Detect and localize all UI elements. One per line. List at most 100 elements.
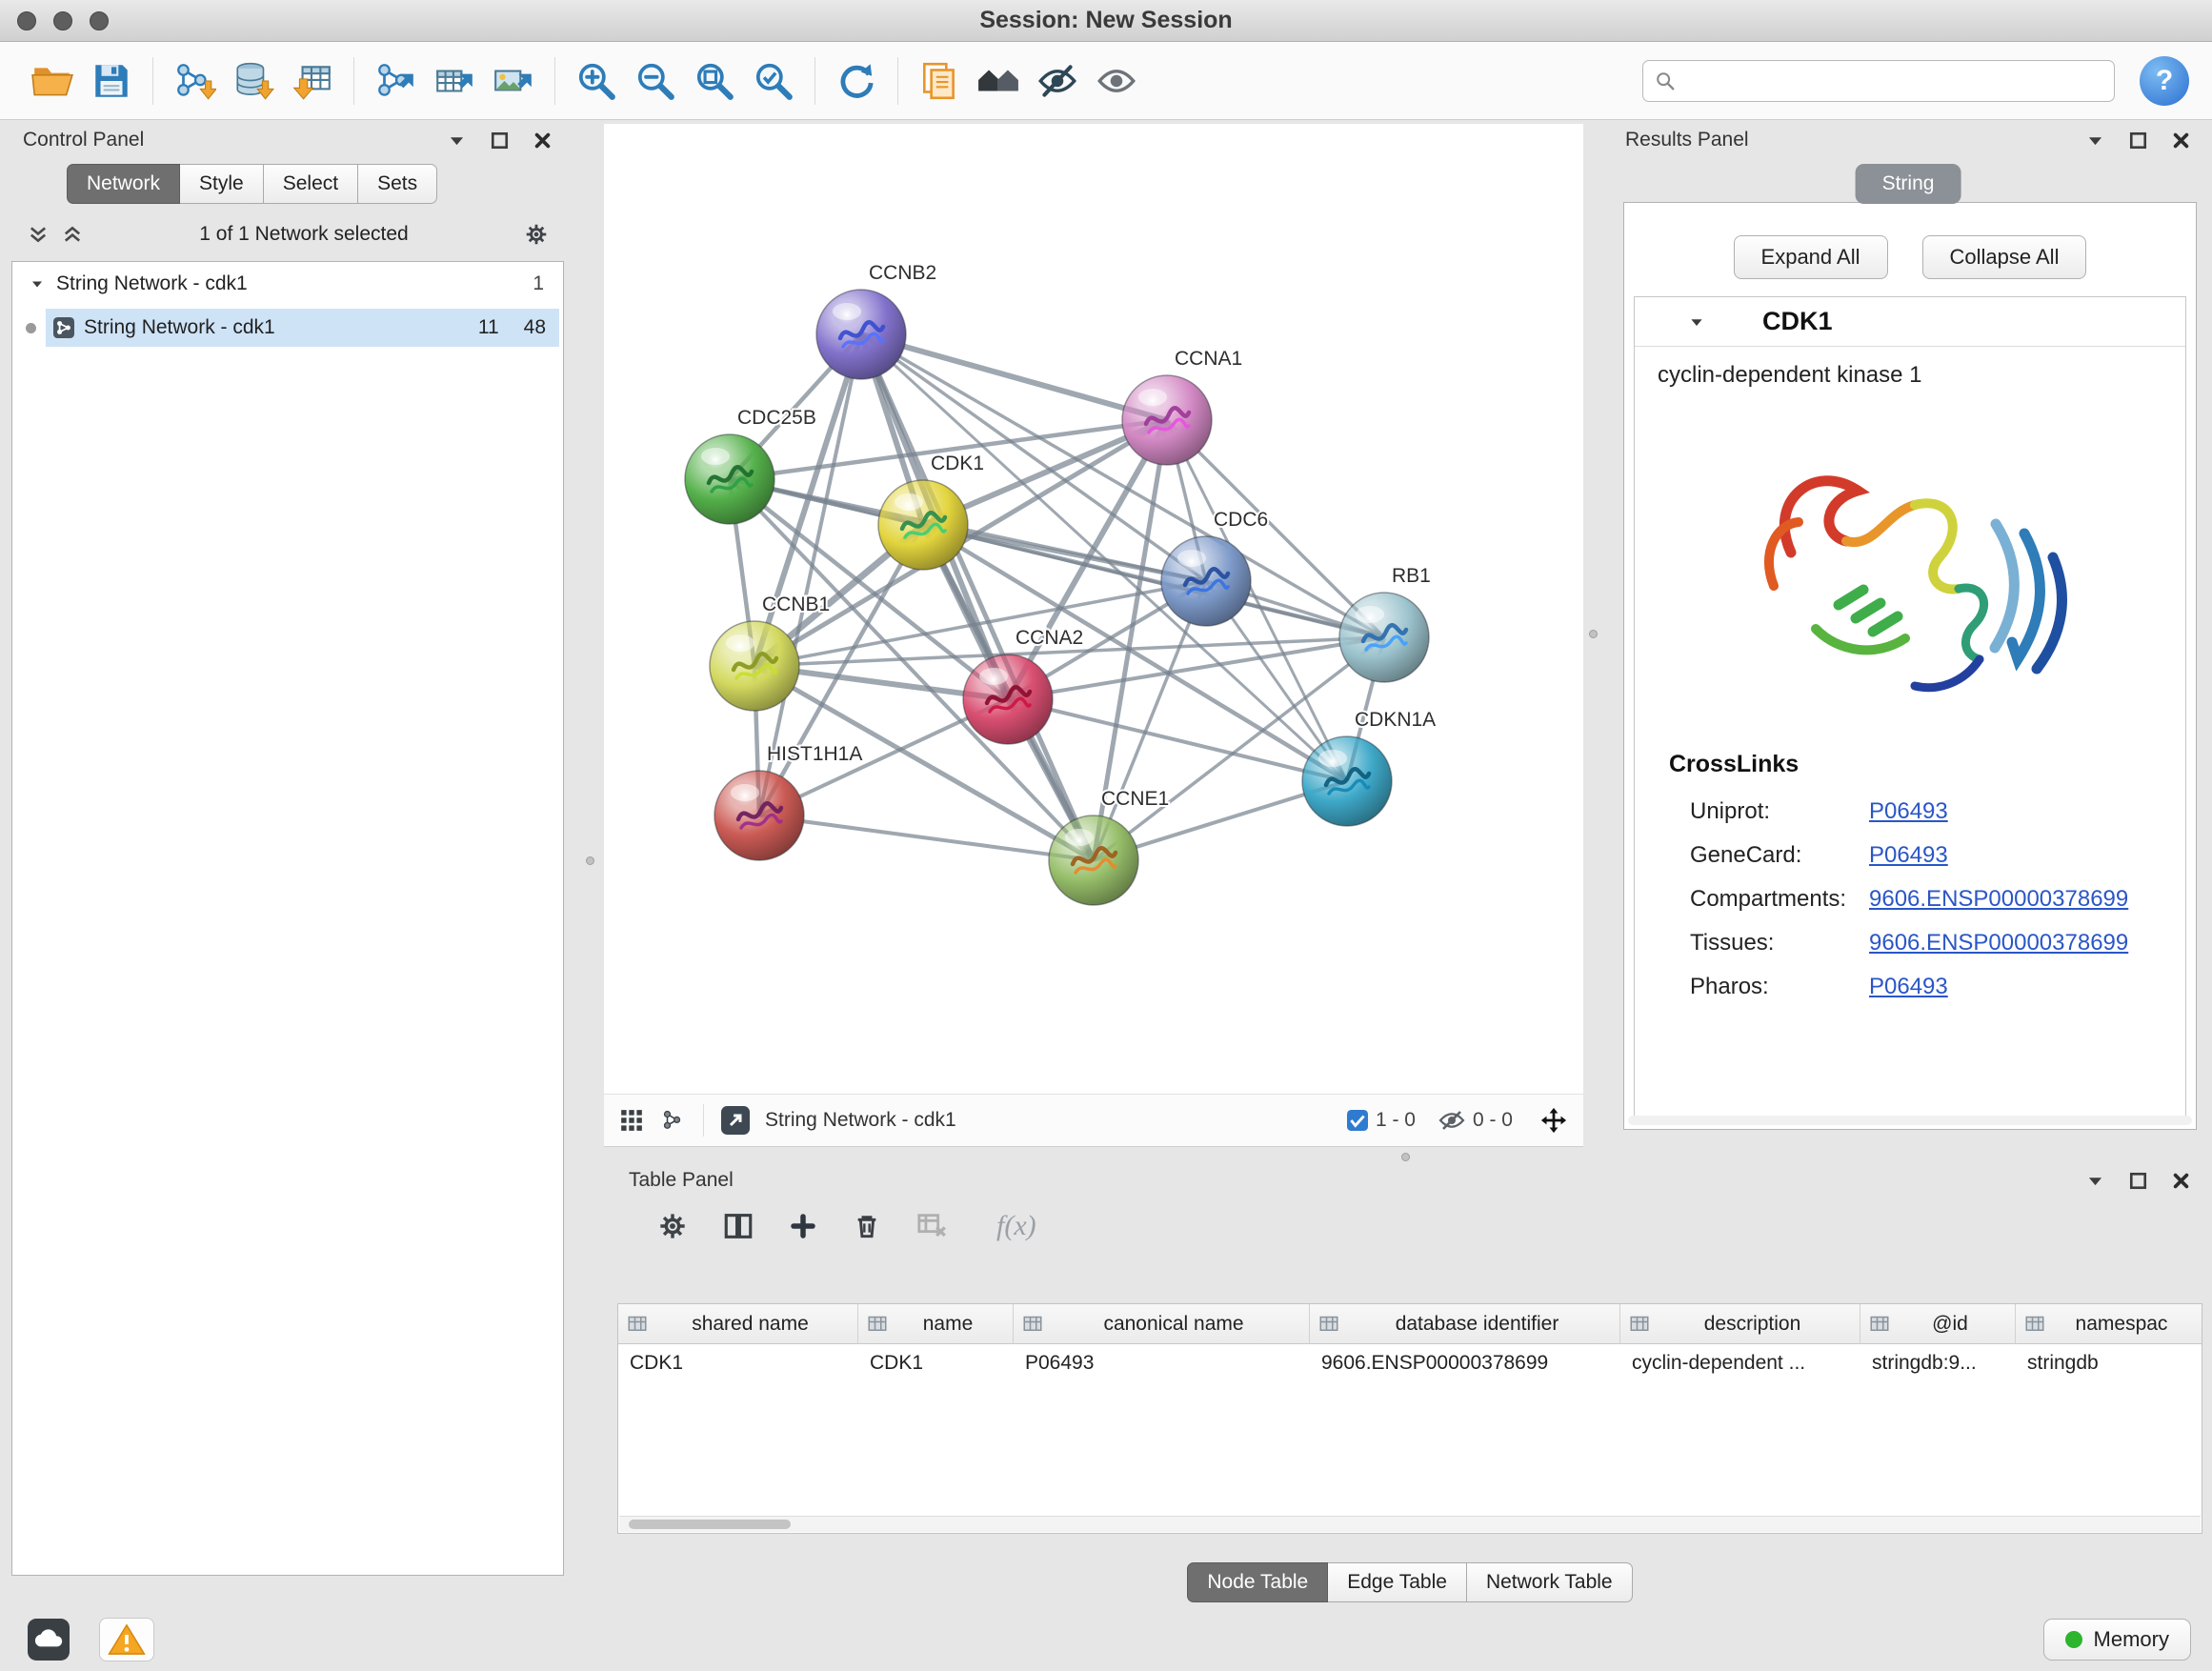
- zoom-selected-button[interactable]: [744, 52, 803, 110]
- column-header-database-identifier[interactable]: database identifier: [1310, 1304, 1620, 1344]
- network-node-CDC25B[interactable]: [685, 434, 774, 524]
- refresh-view-button[interactable]: [827, 52, 886, 110]
- network-node-RB1[interactable]: [1339, 593, 1429, 682]
- tab-node-table[interactable]: Node Table: [1187, 1562, 1328, 1602]
- warnings-button[interactable]: [99, 1618, 154, 1661]
- hide-selection-button[interactable]: [1028, 52, 1087, 110]
- column-header-name[interactable]: name: [858, 1304, 1014, 1344]
- table-cell[interactable]: stringdb: [2016, 1344, 2202, 1382]
- crosslink-value[interactable]: P06493: [1869, 974, 1948, 1000]
- table-cell[interactable]: stringdb:9...: [1860, 1344, 2016, 1382]
- close-panel-icon[interactable]: [2171, 1171, 2191, 1191]
- import-network-database-button[interactable]: [224, 52, 283, 110]
- crosslink-value[interactable]: P06493: [1869, 798, 1948, 825]
- network-node-CDKN1A[interactable]: [1302, 736, 1392, 826]
- panel-menu-icon[interactable]: [447, 131, 467, 151]
- add-column-icon[interactable]: [789, 1212, 817, 1240]
- column-header--id[interactable]: @id: [1860, 1304, 2016, 1344]
- zoom-fit-button[interactable]: [685, 52, 744, 110]
- expand-all-icon[interactable]: [61, 223, 84, 246]
- scrollbar-thumb[interactable]: [629, 1520, 791, 1529]
- section-collapse-icon[interactable]: [1688, 313, 1705, 331]
- zoom-out-button[interactable]: [626, 52, 685, 110]
- table-cell[interactable]: 9606.ENSP00000378699: [1310, 1344, 1620, 1382]
- import-table-file-button[interactable]: [283, 52, 342, 110]
- crosslink-value[interactable]: 9606.ENSP00000378699: [1869, 930, 2128, 956]
- float-panel-icon[interactable]: [490, 131, 510, 151]
- collapse-all-button[interactable]: Collapse All: [1922, 235, 2087, 279]
- network-node-CDK1[interactable]: [878, 480, 968, 570]
- import-network-file-button[interactable]: [165, 52, 224, 110]
- hidden-eye-icon[interactable]: [1438, 1107, 1465, 1134]
- results-horizontal-scrollbar[interactable]: [1628, 1116, 2192, 1125]
- network-row-selected[interactable]: String Network - cdk1 11 48: [46, 309, 559, 347]
- column-header-canonical-name[interactable]: canonical name: [1014, 1304, 1310, 1344]
- network-node-CCNA1[interactable]: [1122, 375, 1212, 465]
- float-panel-icon[interactable]: [2128, 131, 2148, 151]
- delete-column-icon[interactable]: [852, 1211, 882, 1241]
- panel-menu-icon[interactable]: [2085, 1171, 2105, 1191]
- splitter-handle[interactable]: [1589, 630, 1598, 638]
- export-network-button[interactable]: [366, 52, 425, 110]
- close-window-button[interactable]: [17, 11, 36, 30]
- table-row[interactable]: CDK1CDK1P064939606.ENSP00000378699cyclin…: [618, 1344, 2202, 1382]
- export-table-button[interactable]: [425, 52, 484, 110]
- network-overview-icon[interactable]: [661, 1108, 686, 1133]
- tab-sets[interactable]: Sets: [358, 164, 437, 204]
- help-button[interactable]: ?: [2140, 56, 2189, 106]
- network-node-CCNE1[interactable]: [1049, 815, 1138, 905]
- save-session-button[interactable]: [82, 52, 141, 110]
- table-options-gear-icon[interactable]: [657, 1211, 688, 1241]
- network-node-CCNB2[interactable]: [816, 290, 906, 379]
- selected-checkbox-icon[interactable]: [1347, 1110, 1368, 1131]
- tab-edge-table[interactable]: Edge Table: [1328, 1562, 1467, 1602]
- close-panel-icon[interactable]: [2171, 131, 2191, 151]
- network-node-CCNA2[interactable]: [963, 654, 1053, 744]
- open-session-button[interactable]: [23, 52, 82, 110]
- pan-tool-icon[interactable]: [1539, 1106, 1568, 1135]
- network-node-HIST1H1A[interactable]: [714, 771, 804, 860]
- birds-eye-view-button[interactable]: [969, 52, 1028, 110]
- network-options-gear-icon[interactable]: [524, 222, 549, 247]
- expand-all-button[interactable]: Expand All: [1734, 235, 1888, 279]
- panel-menu-icon[interactable]: [2085, 131, 2105, 151]
- crosslink-value[interactable]: P06493: [1869, 842, 1948, 869]
- birds-eye-icon[interactable]: [721, 1106, 750, 1135]
- export-image-button[interactable]: [484, 52, 543, 110]
- crosslink-value[interactable]: 9606.ENSP00000378699: [1869, 886, 2128, 913]
- splitter-handle[interactable]: [586, 856, 594, 865]
- maximize-window-button[interactable]: [90, 11, 109, 30]
- minimize-window-button[interactable]: [53, 11, 72, 30]
- show-all-button[interactable]: [1087, 52, 1146, 110]
- collapse-all-icon[interactable]: [27, 223, 50, 246]
- network-row[interactable]: String Network - cdk1 11 48: [12, 306, 563, 350]
- network-canvas[interactable]: CCNB2CCNA1CDC25BCDK1CDC6RB1CCNB1CCNA2CDK…: [604, 124, 1583, 1094]
- table-cell[interactable]: CDK1: [858, 1344, 1014, 1382]
- splitter-handle[interactable]: [1401, 1153, 1410, 1161]
- tab-select[interactable]: Select: [264, 164, 358, 204]
- zoom-in-button[interactable]: [567, 52, 626, 110]
- copy-document-button[interactable]: [910, 52, 969, 110]
- search-input[interactable]: [1685, 69, 2102, 93]
- network-collection-row[interactable]: String Network - cdk1 1: [12, 262, 563, 306]
- column-header-namespac[interactable]: namespac: [2016, 1304, 2202, 1344]
- network-node-CDC6[interactable]: [1161, 536, 1251, 626]
- tab-style[interactable]: Style: [180, 164, 264, 204]
- collection-expand-icon[interactable]: [30, 276, 45, 292]
- tab-network-table[interactable]: Network Table: [1467, 1562, 1633, 1602]
- memory-button[interactable]: Memory: [2043, 1619, 2191, 1661]
- close-panel-icon[interactable]: [533, 131, 553, 151]
- show-columns-icon[interactable]: [722, 1210, 754, 1242]
- grid-view-icon[interactable]: [619, 1108, 644, 1133]
- table-cell[interactable]: cyclin-dependent ...: [1620, 1344, 1860, 1382]
- table-cell[interactable]: CDK1: [618, 1344, 858, 1382]
- column-header-shared-name[interactable]: shared name: [618, 1304, 858, 1344]
- table-cell[interactable]: P06493: [1014, 1344, 1310, 1382]
- float-panel-icon[interactable]: [2128, 1171, 2148, 1191]
- node-section-header[interactable]: CDK1: [1635, 297, 2185, 347]
- table-horizontal-scrollbar[interactable]: [619, 1516, 2201, 1532]
- network-node-CCNB1[interactable]: [710, 621, 799, 711]
- string-tab[interactable]: String: [1856, 164, 1961, 204]
- tab-network[interactable]: Network: [67, 164, 180, 204]
- column-header-description[interactable]: description: [1620, 1304, 1860, 1344]
